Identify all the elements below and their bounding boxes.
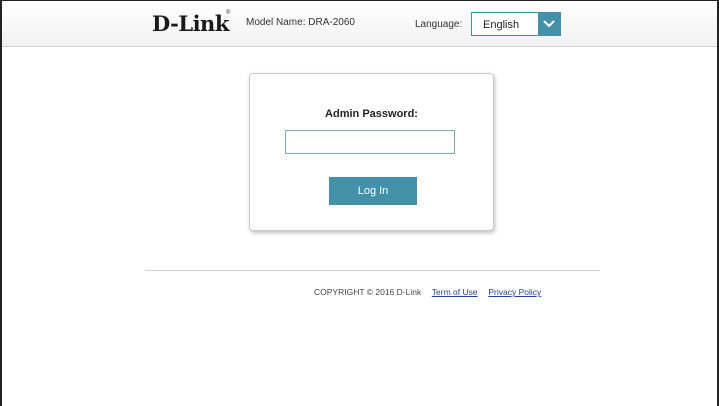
- router-login-page: D-Link ® Model Name: DRA-2060 Language: …: [0, 0, 719, 406]
- dlink-logo: D-Link: [152, 11, 229, 36]
- terms-of-use-link[interactable]: Term of Use: [432, 287, 478, 297]
- language-label: Language:: [415, 19, 463, 30]
- admin-password-input[interactable]: [285, 130, 455, 154]
- copyright-text: COPYRIGHT © 2016 D-Link: [314, 287, 422, 297]
- footer-divider: [145, 270, 600, 271]
- registered-mark: ®: [226, 10, 231, 16]
- language-selected-value: English: [483, 19, 520, 31]
- privacy-policy-link[interactable]: Privacy Policy: [488, 287, 541, 297]
- log-in-button[interactable]: Log In: [329, 177, 417, 205]
- footer: COPYRIGHT © 2016 D-Link Term of Use Priv…: [314, 287, 541, 297]
- model-name-label: Model Name: DRA-2060: [246, 17, 355, 28]
- admin-password-label: Admin Password:: [325, 108, 418, 120]
- top-header-bar: D-Link ® Model Name: DRA-2060 Language: …: [2, 1, 717, 47]
- login-panel: Admin Password: Log In: [249, 73, 494, 231]
- chevron-down-icon[interactable]: [538, 13, 560, 35]
- language-select[interactable]: English: [471, 12, 561, 36]
